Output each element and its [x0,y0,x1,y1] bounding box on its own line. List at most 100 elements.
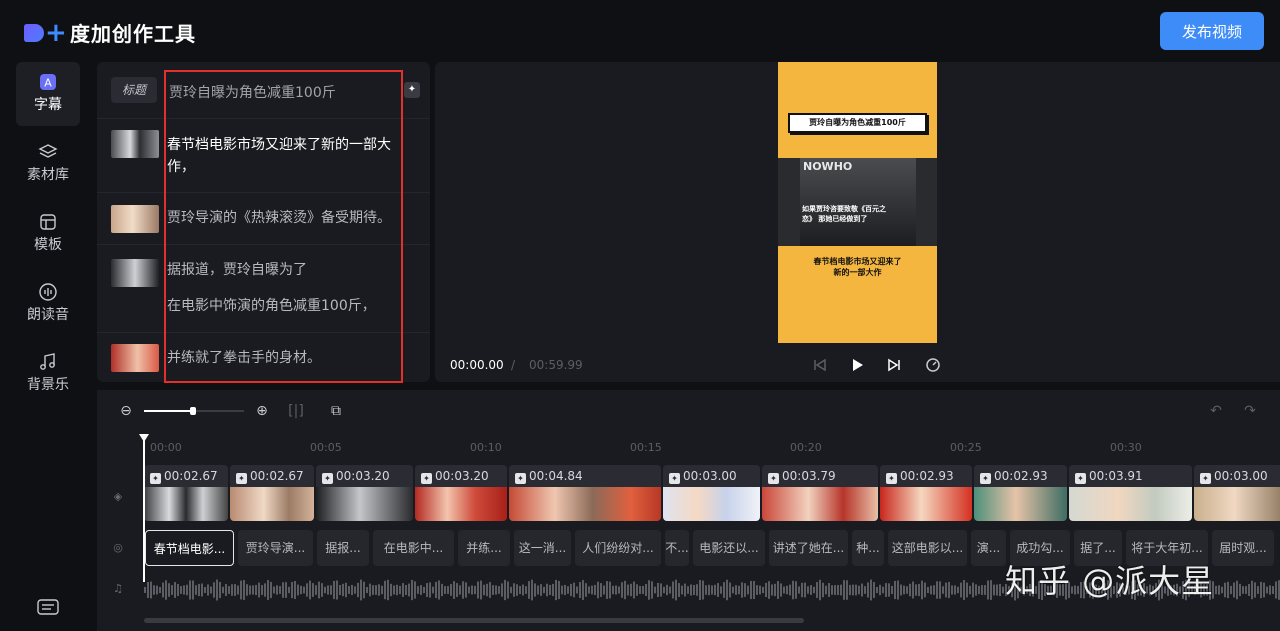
subtitle-segment[interactable]: 这部电影以... [888,530,967,566]
subtitle-segment[interactable]: 电影还以... [693,530,765,566]
caption-text[interactable]: 并练就了拳击手的身材。 [167,347,407,369]
ruler-tick: 00:05 [310,441,342,454]
video-clip[interactable]: ✦ 00:03.79 [762,465,878,521]
clip-duration: ✦ 00:03.00 [663,465,760,487]
video-canvas[interactable]: 贾玲自曝为角色减重100斤 NOWHO 如果贾玲咨要致敬《百元之恋》 那她已经做… [778,62,937,343]
zoom-slider[interactable] [144,407,244,415]
caption-row[interactable]: 并练就了拳击手的身材。 [97,333,430,382]
video-clip[interactable]: ✦ 00:02.67 [144,465,228,521]
svg-text:A: A [44,77,52,90]
subtitle-segment[interactable]: 这一消... [514,530,571,566]
play-icon[interactable] [848,356,866,374]
clip-duration-text: 00:03.91 [1089,469,1143,483]
keyboard-icon[interactable] [37,598,59,616]
zoom-out-icon[interactable]: ⊖ [117,402,135,420]
ruler-tick: 00:00 [150,441,182,454]
subtitle-icon: A [40,74,56,90]
sidebar-item-voice[interactable]: 朗读音 [16,272,80,336]
caption-row[interactable]: 据报道，贾玲自曝为了 在电影中饰演的角色减重100斤， [97,245,430,333]
caption-text[interactable]: 据报道，贾玲自曝为了 [167,259,407,281]
timeline-scrollbar[interactable] [144,618,804,623]
app-logo: + 度加创作工具 [24,18,196,47]
subtitle-segment[interactable]: 届时观... [1212,530,1274,566]
ruler-tick: 00:15 [630,441,662,454]
skip-back-icon[interactable] [811,356,829,374]
crop-icon[interactable]: ⧉ [327,402,345,420]
video-clip[interactable]: ✦ 00:03.91 [1069,465,1192,521]
split-icon[interactable]: [|] [287,402,305,420]
subtitle-segment[interactable]: 人们纷纷对... [575,530,661,566]
video-preview-panel: 贾玲自曝为角色减重100斤 NOWHO 如果贾玲咨要致敬《百元之恋》 那她已经做… [435,62,1280,382]
ai-sparkle-icon[interactable]: ✦ [404,82,420,98]
subtitle-panel: 标题 贾玲自曝为角色减重100斤 ✦ 春节档电影市场又迎来了新的一部大作， 贾玲… [97,62,430,382]
redo-icon[interactable]: ↷ [1241,402,1259,420]
sidebar-item-library[interactable]: 素材库 [16,132,80,196]
video-clip[interactable]: ✦ 00:03.00 [1194,465,1280,521]
video-clip[interactable]: ✦ 00:02.93 [880,465,972,521]
caption-row[interactable]: 春节档电影市场又迎来了新的一部大作， [97,119,430,193]
subtitle-segment[interactable]: 演... [971,530,1006,566]
subtitle-segment[interactable]: 在电影中... [373,530,454,566]
sidebar-item-subtitles[interactable]: A 字幕 [16,62,80,126]
video-clip[interactable]: ✦ 00:02.67 [230,465,314,521]
subtitle-segment[interactable]: 不... [665,530,689,566]
clip-duration: ✦ 00:02.67 [230,465,314,487]
clip-duration: ✦ 00:03.79 [762,465,878,487]
ai-sparkle-icon: ✦ [886,473,897,484]
clip-thumbnail [111,344,159,372]
ai-sparkle-icon: ✦ [768,473,779,484]
clip-duration-text: 00:02.93 [900,469,954,483]
video-clip[interactable]: ✦ 00:03.20 [316,465,413,521]
subtitle-segment[interactable]: 并练... [458,530,510,566]
clip-thumbnail [111,259,159,287]
video-clip[interactable]: ✦ 00:03.00 [663,465,760,521]
video-title-card: 贾玲自曝为角色减重100斤 [788,113,927,133]
sidebar-item-music[interactable]: 背景乐 [16,342,80,406]
clip-frames [144,487,228,521]
zoom-slider-handle[interactable] [190,407,196,415]
subtitle-segment[interactable]: 讲述了她在... [769,530,848,566]
clip-frames [316,487,413,521]
video-clip[interactable]: ✦ 00:03.20 [415,465,507,521]
zoom-in-icon[interactable]: ⊕ [253,402,271,420]
subtitle-track-icon: ◎ [113,541,123,554]
sidebar-item-templates[interactable]: 模板 [16,202,80,266]
subtitle-segment[interactable]: 贾玲导演... [238,530,313,566]
time-ruler[interactable]: 00:00 00:05 00:10 00:15 00:20 00:25 00:30 [144,434,1280,454]
clip-duration: ✦ 00:03.20 [415,465,507,487]
subtitle-segment[interactable]: 种... [852,530,884,566]
caption-row[interactable]: 贾玲导演的《热辣滚烫》备受期待。 [97,193,430,245]
clip-frames [1194,487,1280,521]
caption-text[interactable]: 贾玲导演的《热辣滚烫》备受期待。 [167,207,407,229]
music-icon [40,353,55,370]
speed-icon[interactable] [924,356,942,374]
playhead[interactable] [139,434,149,582]
ai-sparkle-icon: ✦ [515,473,526,484]
clip-duration: ✦ 00:02.93 [974,465,1067,487]
caption-text[interactable]: 春节档电影市场又迎来了新的一部大作， [167,134,407,178]
template-icon [40,214,56,230]
clip-duration-text: 00:03.20 [435,469,489,483]
title-row[interactable]: 标题 贾玲自曝为角色减重100斤 ✦ [97,62,430,119]
ruler-tick: 00:20 [790,441,822,454]
subtitle-segment[interactable]: 春节档电影... [145,530,234,566]
caption-text[interactable]: 在电影中饰演的角色减重100斤， [167,295,407,317]
undo-icon[interactable]: ↶ [1207,402,1225,420]
video-frame: NOWHO 如果贾玲咨要致敬《百元之恋》 那她已经做到了 [778,158,937,246]
clip-thumbnail [111,205,159,233]
publish-video-button[interactable]: 发布视频 [1160,12,1264,50]
skip-forward-icon[interactable] [885,356,903,374]
ruler-tick: 00:25 [950,441,982,454]
video-logo: NOWHO [803,160,853,173]
clip-duration-text: 00:03.00 [683,469,737,483]
app-header: + 度加创作工具 发布视频 [0,0,1280,62]
title-text[interactable]: 贾玲自曝为角色减重100斤 [169,82,336,102]
subtitle-segment[interactable]: 据报... [317,530,369,566]
clip-frames [663,487,760,521]
video-clip[interactable]: ✦ 00:02.93 [974,465,1067,521]
video-clip[interactable]: ✦ 00:04.84 [509,465,661,521]
video-caption: 春节档电影市场又迎来了 新的一部大作 [813,257,902,277]
audio-track-icon: ♫ [113,582,123,595]
clip-duration-text: 00:02.93 [994,469,1048,483]
clip-duration: ✦ 00:03.20 [316,465,413,487]
